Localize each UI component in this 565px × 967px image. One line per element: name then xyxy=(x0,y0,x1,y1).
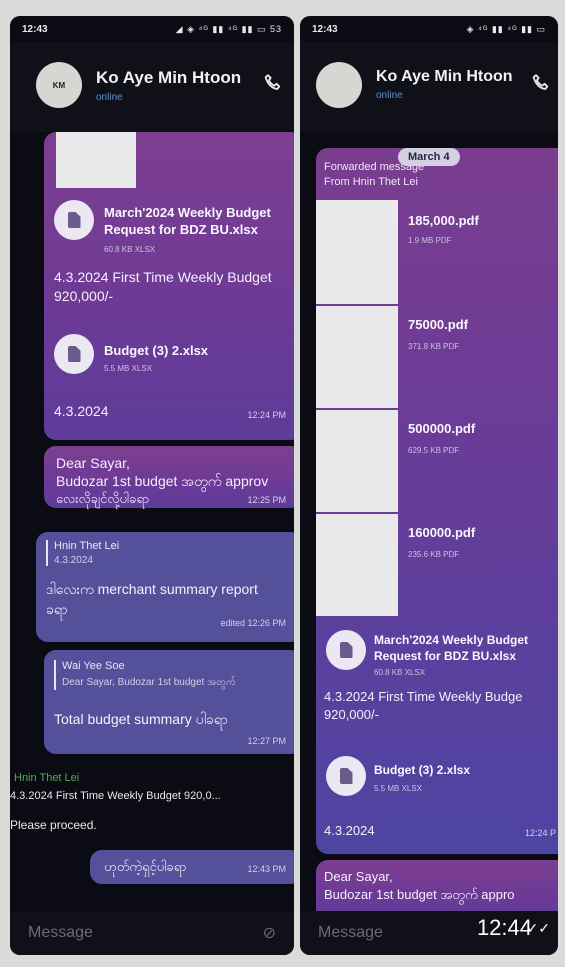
avatar[interactable]: KM xyxy=(36,62,82,108)
file-size: 5.5 MB XLSX xyxy=(374,784,423,793)
message-text: Dear Sayar, xyxy=(324,869,393,884)
status-time: 12:43 xyxy=(22,23,48,35)
reply-preview[interactable]: Hnin Thet Lei 4.3.2024 First Time Weekly… xyxy=(10,772,294,832)
contact-name: Ko Aye Min Htoon xyxy=(376,68,513,85)
message-edited-time: edited 12:26 PM xyxy=(220,618,286,628)
message-input[interactable]: Message xyxy=(28,924,93,942)
pdf-file-name[interactable]: 160000.pdf xyxy=(408,524,475,541)
status-icons: ◈ ⁴ᴳ ▮▮ ⁴ᴳ ▮▮ ▭ xyxy=(466,23,546,34)
contact-name: Ko Aye Min Htoon xyxy=(96,68,242,87)
message-text: Budozar 1st budget အတွက် appro xyxy=(324,887,515,902)
pdf-file-name[interactable]: 185,000.pdf xyxy=(408,212,479,229)
file-size: 60.8 KB XLSX xyxy=(104,245,156,254)
pdf-thumbnail[interactable] xyxy=(316,306,398,408)
file-name-line1: March'2024 Weekly Budget xyxy=(374,633,529,647)
contact-status: online xyxy=(376,90,403,101)
read-checks-icon: ✓✓ xyxy=(526,920,550,936)
overlay-time: 12:44 xyxy=(476,915,532,940)
message-list[interactable]: Forwarded message From Hnin Thet Lei 185… xyxy=(300,128,558,911)
right-phone-screen: 12:43 ◈ ⁴ᴳ ▮▮ ⁴ᴳ ▮▮ ▭ Ko Aye Min Htoon o… xyxy=(300,16,558,955)
file-icon[interactable] xyxy=(54,200,94,240)
file-name-line1: March'2024 Weekly Budget xyxy=(104,205,271,220)
date-badge: March 4 xyxy=(398,148,460,166)
forwarded-message-bubble[interactable]: Forwarded message From Hnin Thet Lei 185… xyxy=(316,148,558,854)
reply-message-bubble[interactable]: Wai Yee Soe Dear Sayar, Budozar 1st budg… xyxy=(44,650,294,754)
message-list[interactable]: March'2024 Weekly Budget Request for BDZ… xyxy=(10,128,294,911)
pdf-file-size: 371.8 KB PDF xyxy=(408,342,460,351)
avatar[interactable] xyxy=(316,62,362,108)
file-size: 5.5 MB XLSX xyxy=(104,364,153,373)
message-text: 4.3.2024 xyxy=(324,823,375,838)
message-time: 12:43 PM xyxy=(247,864,286,874)
message-text: 4.3.2024 First Time Weekly Budget xyxy=(54,269,272,285)
chat-header[interactable]: Ko Aye Min Htoon online xyxy=(300,42,558,132)
pdf-file-size: 1.9 MB PDF xyxy=(408,236,452,245)
phone-call-icon[interactable] xyxy=(530,72,552,94)
image-thumbnail[interactable] xyxy=(56,132,136,188)
contact-title[interactable]: Ko Aye Min Htoon online xyxy=(376,68,513,101)
forwarded-from: From Hnin Thet Lei xyxy=(324,176,418,188)
pdf-file-size: 629.5 KB PDF xyxy=(408,446,460,455)
quoted-message[interactable]: Hnin Thet Lei 4.3.2024 xyxy=(46,540,119,566)
quoted-text: 4.3.2024 xyxy=(54,555,93,566)
message-time: 12:25 PM xyxy=(247,495,286,505)
file-name[interactable]: Budget (3) 2.xlsx xyxy=(374,762,470,779)
message-text: Total budget summary ပါခရာ xyxy=(54,711,228,727)
pdf-thumbnail[interactable] xyxy=(316,200,398,304)
outgoing-message-bubble[interactable]: ဟုတ်ကဲ့ရှင့်ပါခရာ 12:43 PM xyxy=(90,850,294,884)
message-bubble-files[interactable]: March'2024 Weekly Budget Request for BDZ… xyxy=(44,132,294,440)
message-time: 12:24 P xyxy=(524,828,556,838)
message-text: ခရာ xyxy=(46,601,68,617)
file-name-line2: Request for BDZ BU.xlsx xyxy=(104,222,258,237)
file-icon[interactable] xyxy=(326,630,366,670)
pdf-file-name[interactable]: 500000.pdf xyxy=(408,420,475,437)
reply-body: Please proceed. xyxy=(10,818,97,832)
pdf-file-size: 235.6 KB PDF xyxy=(408,550,460,559)
status-icons: ◢ ◈ ⁴ᴳ ▮▮ ⁴ᴳ ▮▮ ▭ 53 xyxy=(175,23,282,34)
reply-quoted-text: 4.3.2024 First Time Weekly Budget 920,0.… xyxy=(10,790,221,802)
message-text: 920,000/- xyxy=(54,288,114,304)
chat-header[interactable]: KM Ko Aye Min Htoon online xyxy=(10,42,294,132)
quoted-author: Hnin Thet Lei xyxy=(54,540,120,552)
file-name[interactable]: March'2024 Weekly Budget Request for BDZ… xyxy=(104,204,271,238)
reply-author: Hnin Thet Lei xyxy=(14,772,80,784)
phone-call-icon[interactable] xyxy=(262,72,284,94)
file-name[interactable]: March'2024 Weekly Budget Request for BDZ… xyxy=(374,632,528,664)
quoted-author: Wai Yee Soe xyxy=(62,660,125,672)
left-phone-screen: 12:43 ◢ ◈ ⁴ᴳ ▮▮ ⁴ᴳ ▮▮ ▭ 53 KM Ko Aye Min… xyxy=(10,16,294,955)
contact-status: online xyxy=(96,92,123,103)
reply-message-bubble[interactable]: Hnin Thet Lei 4.3.2024 ဒါလေးက merchant s… xyxy=(36,532,294,642)
contact-title[interactable]: Ko Aye Min Htoon online xyxy=(96,68,241,103)
message-text: Dear Sayar, xyxy=(56,455,130,471)
file-icon[interactable] xyxy=(326,756,366,796)
message-input-bar[interactable]: Message ⊘ xyxy=(10,911,294,955)
message-text: Budozar 1st budget အတွက် approv xyxy=(56,473,269,489)
pdf-file-name[interactable]: 75000.pdf xyxy=(408,316,468,333)
message-input[interactable]: Message xyxy=(318,924,383,942)
message-text: 4.3.2024 First Time Weekly Budge xyxy=(324,689,523,704)
file-name[interactable]: Budget (3) 2.xlsx xyxy=(104,342,208,359)
attach-icon[interactable]: ⊘ xyxy=(263,923,276,943)
status-bar: 12:43 ◈ ⁴ᴳ ▮▮ ⁴ᴳ ▮▮ ▭ xyxy=(300,16,558,42)
status-bar: 12:43 ◢ ◈ ⁴ᴳ ▮▮ ⁴ᴳ ▮▮ ▭ 53 xyxy=(10,16,294,42)
file-name-line2: Request for BDZ BU.xlsx xyxy=(374,649,517,663)
message-text: 920,000/- xyxy=(324,707,379,722)
message-time: 12:24 PM xyxy=(247,410,286,420)
file-size: 60.8 KB XLSX xyxy=(374,668,426,677)
message-time: 12:27 PM xyxy=(247,736,286,746)
message-text: လေးလိုချင်လို့ပါခရာ xyxy=(56,491,150,506)
pdf-thumbnail[interactable] xyxy=(316,410,398,512)
message-bubble[interactable]: Dear Sayar, Budozar 1st budget အတွက် app… xyxy=(44,446,294,508)
message-text: ဒါလေးက merchant summary report xyxy=(46,581,258,597)
message-bubble[interactable]: Dear Sayar, Budozar 1st budget အတွက် app… xyxy=(316,860,558,911)
message-text: 4.3.2024 xyxy=(54,403,109,419)
status-time: 12:43 xyxy=(312,23,338,35)
pdf-thumbnail[interactable] xyxy=(316,514,398,616)
file-icon[interactable] xyxy=(54,334,94,374)
quoted-text: Dear Sayar, Budozar 1st budget အတွက် xyxy=(62,677,236,688)
message-text: ဟုတ်ကဲ့ရှင့်ပါခရာ xyxy=(104,859,187,874)
quoted-message[interactable]: Wai Yee Soe Dear Sayar, Budozar 1st budg… xyxy=(54,660,236,690)
